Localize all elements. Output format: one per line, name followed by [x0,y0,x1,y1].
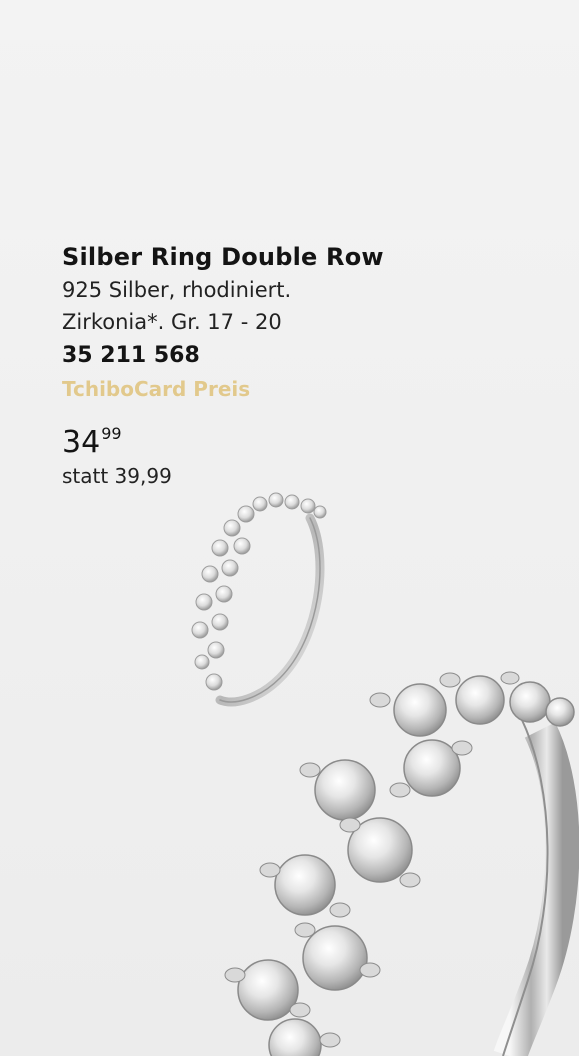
product-info: Silber Ring Double Row 925 Silber, rhodi… [62,240,422,490]
product-card: Silber Ring Double Row 925 Silber, rhodi… [0,0,579,1056]
ring-closeup-icon [224,671,579,1056]
current-price: 3499 [62,417,422,460]
price-main: 34 [62,425,101,460]
price-cents: 99 [101,424,122,443]
product-title[interactable]: Silber Ring Double Row [62,240,422,274]
tchibocard-price-label: TchiboCard Preis [62,377,251,401]
article-number: 35 211 568 [62,343,200,368]
product-description-line-2: Zirkonia*. Gr. 17 - 20 [62,310,282,334]
product-description-line-1: 925 Silber, rhodiniert. [62,278,292,302]
